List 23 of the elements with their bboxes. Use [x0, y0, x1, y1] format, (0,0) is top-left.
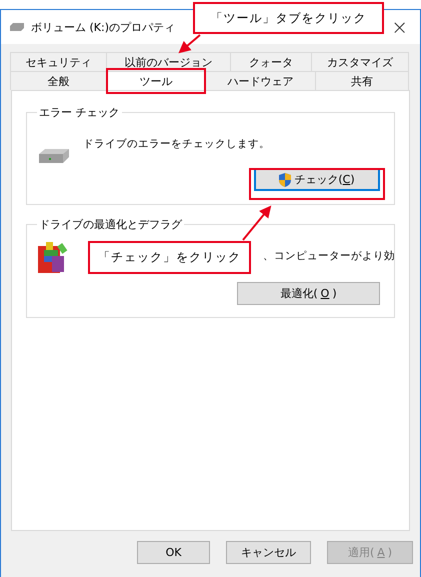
- dialog-button[interactable]: キャンセル: [226, 541, 311, 564]
- optimize-button[interactable]: 最適化( O ): [237, 282, 380, 305]
- drive-icon: [37, 148, 71, 164]
- description-text: 、コンピューターがより効: [263, 250, 394, 262]
- arrow: [242, 205, 272, 241]
- check-button[interactable]: チェック(C): [254, 168, 380, 191]
- callout: 「チェック」をクリック: [88, 241, 251, 274]
- drive-icon: [9, 22, 25, 32]
- tab[interactable]: クォータ: [230, 52, 312, 71]
- callout: 「ツール」タブをクリック: [193, 2, 384, 34]
- window-title: ボリューム (K:)のプロパティ: [31, 20, 175, 34]
- close-button[interactable]: ×: [387, 15, 412, 39]
- group-title: エラー チェック: [38, 106, 120, 120]
- arrow: [178, 34, 201, 54]
- group-title: ドライブの最適化とデフラグ: [38, 218, 184, 232]
- tab[interactable]: カスタマイズ: [311, 52, 409, 71]
- description-text: ドライブのエラーをチェックします。: [83, 138, 270, 150]
- dialog-button[interactable]: OK: [137, 541, 210, 564]
- tab[interactable]: ツール: [106, 71, 206, 90]
- shield-icon: [279, 172, 292, 186]
- tab[interactable]: セキュリティ: [10, 52, 107, 71]
- tab[interactable]: 全般: [10, 71, 107, 90]
- tab[interactable]: 共有: [315, 71, 409, 90]
